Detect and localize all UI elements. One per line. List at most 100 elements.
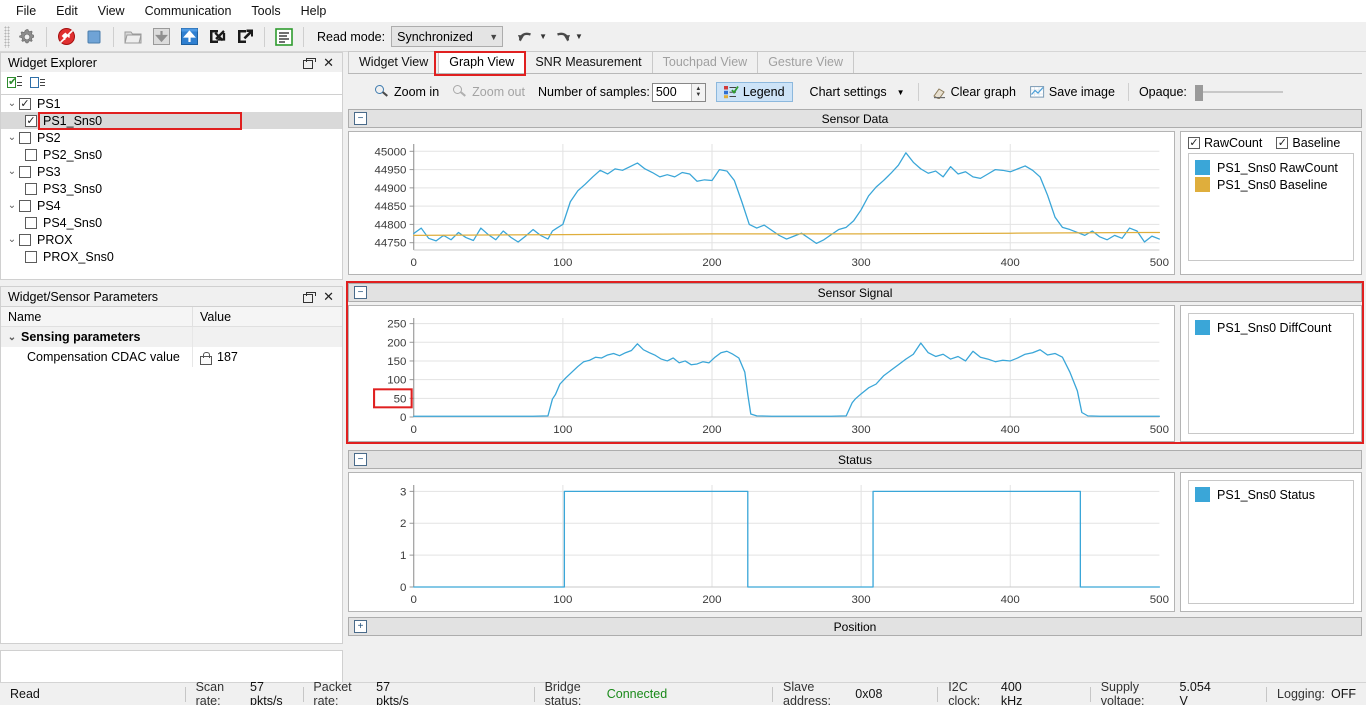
checkbox[interactable] xyxy=(25,148,37,161)
svg-text:150: 150 xyxy=(387,356,406,368)
chevron-down-icon[interactable]: ⌄ xyxy=(5,166,19,177)
checkbox[interactable]: ✓ xyxy=(25,114,37,127)
tree-node-ps4-sns0[interactable]: PS4_Sns0 xyxy=(1,214,342,231)
zoom-in-button[interactable]: Zoom in xyxy=(368,82,446,102)
svg-text:400: 400 xyxy=(1001,257,1020,269)
slider-thumb[interactable] xyxy=(1194,85,1203,101)
tree-node-ps2-sns0[interactable]: PS2_Sns0 xyxy=(1,146,342,163)
samples-stepper[interactable]: ▲▼ xyxy=(651,82,706,102)
graph-toolbar: Zoom in Zoom out Number of samples: ▲▼ xyxy=(348,79,1362,105)
tab-snr-measurement[interactable]: SNR Measurement xyxy=(524,51,653,73)
baseline-toggle[interactable]: ✓ Baseline xyxy=(1276,136,1340,150)
zoom-out-button: Zoom out xyxy=(446,82,532,102)
rawcount-toggle[interactable]: ✓ RawCount xyxy=(1188,136,1262,150)
stop-icon[interactable] xyxy=(80,24,108,50)
parameters-row[interactable]: Compensation CDAC value 187 xyxy=(1,347,342,367)
tree-node-ps4[interactable]: ⌄ PS4 xyxy=(1,197,342,214)
checkbox[interactable] xyxy=(25,250,37,263)
checkbox[interactable] xyxy=(25,216,37,229)
main-content: Widget View Graph View SNR Measurement T… xyxy=(346,51,1364,680)
tree-node-prox-sns0[interactable]: PROX_Sns0 xyxy=(1,248,342,265)
checkbox[interactable]: ✓ xyxy=(1188,137,1200,149)
parameters-group-row[interactable]: ⌄ Sensing parameters xyxy=(1,327,342,347)
float-panel-icon[interactable] xyxy=(303,291,317,303)
chevron-down-icon[interactable]: ⌄ xyxy=(5,98,19,109)
view-tabs: Widget View Graph View SNR Measurement T… xyxy=(348,51,1362,76)
svg-text:0: 0 xyxy=(400,582,406,594)
checkbox[interactable] xyxy=(19,233,31,246)
sensor-data-title: Sensor Data xyxy=(821,111,889,126)
close-icon[interactable]: ✕ xyxy=(323,290,334,303)
samples-input[interactable] xyxy=(652,83,691,101)
widget-explorer-tree[interactable]: ⌄ ✓ PS1 ✓ PS1_Sns0 ⌄ PS2 PS2_Sns0 ⌄ PS3 … xyxy=(0,94,343,280)
undo-button[interactable]: ▼ xyxy=(513,28,549,46)
gear-icon[interactable] xyxy=(13,24,41,50)
upload-icon[interactable] xyxy=(175,24,203,50)
toolbar-grip[interactable] xyxy=(4,25,10,48)
chevron-down-icon[interactable]: ⌄ xyxy=(5,132,19,143)
packet-rate-value: 57 pkts/s xyxy=(376,680,409,705)
checkbox[interactable]: ✓ xyxy=(19,97,31,110)
sensor-signal-plot[interactable]: 0 50 100 150 200 250 0 100 200 300 400 500 xyxy=(348,305,1175,442)
legend-item-label: PS1_Sns0 RawCount xyxy=(1217,160,1338,175)
svg-text:200: 200 xyxy=(702,424,721,436)
import-icon[interactable] xyxy=(203,24,231,50)
menu-item-communication[interactable]: Communication xyxy=(135,1,242,21)
chevron-down-icon[interactable]: ⌄ xyxy=(5,200,19,211)
tree-node-prox[interactable]: ⌄ PROX xyxy=(1,231,342,248)
svg-text:2: 2 xyxy=(400,518,406,530)
read-state-label: Read xyxy=(10,687,40,701)
close-icon[interactable]: ✕ xyxy=(323,56,334,69)
svg-text:300: 300 xyxy=(852,594,871,606)
menu-item-help[interactable]: Help xyxy=(291,1,337,21)
save-image-button[interactable]: Save image xyxy=(1023,82,1122,102)
menu-item-view[interactable]: View xyxy=(88,1,135,21)
tree-node-label: PS2 xyxy=(37,130,61,145)
check-all-icon[interactable]: ✔ xyxy=(7,76,22,90)
svg-text:44850: 44850 xyxy=(375,201,407,213)
export-icon[interactable] xyxy=(231,24,259,50)
menu-item-edit[interactable]: Edit xyxy=(46,1,88,21)
clear-graph-label: Clear graph xyxy=(950,85,1016,99)
checkbox[interactable]: ✓ xyxy=(1276,137,1289,149)
tree-node-ps3-sns0[interactable]: PS3_Sns0 xyxy=(1,180,342,197)
toolbar-divider xyxy=(264,26,265,47)
checkbox[interactable] xyxy=(25,182,37,195)
download-icon[interactable] xyxy=(147,24,175,50)
checkbox[interactable] xyxy=(19,199,31,212)
stepper-arrows[interactable]: ▲ ▼ xyxy=(690,83,705,101)
packet-rate-key: Packet rate: xyxy=(313,680,352,705)
chevron-down-icon[interactable]: ⌄ xyxy=(5,332,19,343)
legend-toggle-button[interactable]: Legend xyxy=(715,82,793,102)
tree-node-ps2[interactable]: ⌄ PS2 xyxy=(1,129,342,146)
disconnect-icon[interactable] xyxy=(52,24,80,50)
uncheck-all-icon[interactable] xyxy=(30,76,45,90)
left-dock: Widget Explorer ✕ ✔ ⌄ ✓ PS1 ✓ PS1_Sns0 ⌄… xyxy=(0,52,343,690)
clear-graph-button[interactable]: Clear graph xyxy=(925,82,1023,102)
chevron-down-icon[interactable]: ⌄ xyxy=(5,234,19,245)
menu-item-tools[interactable]: Tools xyxy=(241,1,290,21)
tab-widget-view[interactable]: Widget View xyxy=(348,51,440,73)
float-panel-icon[interactable] xyxy=(303,57,317,69)
tree-node-ps1[interactable]: ⌄ ✓ PS1 xyxy=(1,95,342,112)
zoom-out-icon xyxy=(453,85,468,99)
read-mode-select[interactable]: Synchronized ▼ xyxy=(391,26,504,47)
sensor-data-legend: ✓ RawCount ✓ Baseline PS1_Sns0 RawCount xyxy=(1180,131,1362,275)
tree-node-ps1-sns0[interactable]: ✓ PS1_Sns0 xyxy=(1,112,342,129)
open-file-icon[interactable] xyxy=(119,24,147,50)
menu-item-file[interactable]: File xyxy=(6,1,46,21)
chevron-down-icon: ▼ xyxy=(489,31,499,42)
opacity-slider[interactable] xyxy=(1194,85,1283,101)
slider-track xyxy=(1194,91,1283,93)
checkbox[interactable] xyxy=(19,131,31,144)
checkbox[interactable] xyxy=(19,165,31,178)
redo-button[interactable]: ▼ xyxy=(549,28,585,46)
parameter-name: Compensation CDAC value xyxy=(27,350,180,364)
tree-node-ps3[interactable]: ⌄ PS3 xyxy=(1,163,342,180)
chart-settings-button[interactable]: Chart settings ▼ xyxy=(803,82,912,102)
opaque-label: Opaque: xyxy=(1138,85,1187,99)
status-plot[interactable]: 0 1 2 3 0 100 200 300 400 500 xyxy=(348,472,1175,612)
sensor-data-plot[interactable]: 44750 44800 44850 44900 44950 45000 0 100 200 300… xyxy=(348,131,1175,275)
sensor-data-legend-toggles: ✓ RawCount ✓ Baseline xyxy=(1181,132,1361,153)
log-icon[interactable] xyxy=(270,24,298,50)
